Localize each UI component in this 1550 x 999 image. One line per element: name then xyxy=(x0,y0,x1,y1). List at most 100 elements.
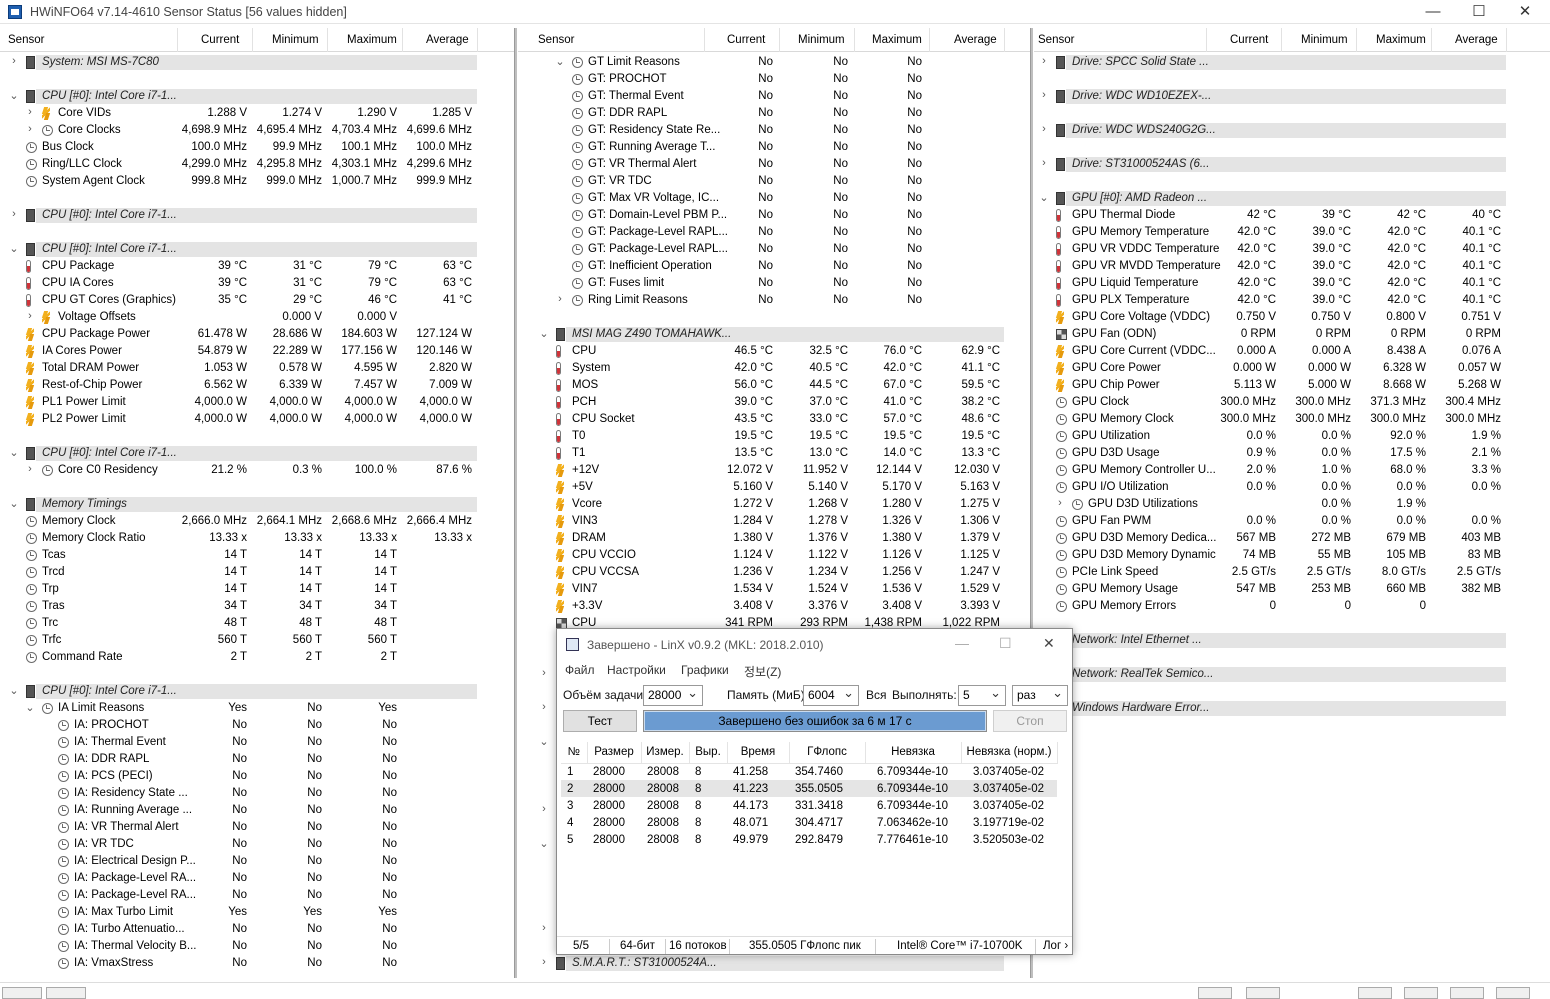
collapse-icon[interactable]: ⌄ xyxy=(24,701,36,715)
sensor-row[interactable]: T1 13.5 °C 13.0 °C 14.0 °C 13.3 °C xyxy=(518,445,1030,462)
sensor-row[interactable]: Tcas 14 T 14 T 14 T xyxy=(0,547,514,564)
stop-button[interactable]: Стоп xyxy=(993,710,1067,732)
expand-icon[interactable]: › xyxy=(538,922,550,936)
linx-dialog[interactable]: Завершено - LinX v0.9.2 (MKL: 2018.2.010… xyxy=(556,628,1073,955)
sensor-group-row[interactable]: ⌄ CPU [#0]: Intel Core i7-1... xyxy=(0,683,514,700)
sensor-row[interactable]: IA: Running Average ... No No No xyxy=(0,802,514,819)
menu-graphs[interactable]: Графики xyxy=(681,663,729,677)
toolbar-button[interactable] xyxy=(46,987,86,999)
sensor-row[interactable]: IA: Electrical Design P... No No No xyxy=(0,853,514,870)
sensor-row[interactable]: Tras 34 T 34 T 34 T xyxy=(0,598,514,615)
sensor-row[interactable]: GT: Inefficient Operation No No No xyxy=(518,258,1030,275)
panel-divider[interactable] xyxy=(514,28,517,978)
sensor-row[interactable]: › Core VIDs 1.288 V 1.274 V 1.290 V 1.285 V xyxy=(0,105,514,122)
menu-file[interactable]: Файл xyxy=(565,663,595,677)
column-header[interactable]: Sensor Current Minimum Maximum Average xyxy=(518,28,1030,52)
sensor-row[interactable]: GPU Fan (ODN) 0 RPM 0 RPM 0 RPM 0 RPM xyxy=(1034,326,1550,343)
expand-icon[interactable]: › xyxy=(24,123,36,137)
sensor-row[interactable]: Trp 14 T 14 T 14 T xyxy=(0,581,514,598)
sensor-row[interactable]: CPU VCCIO 1.124 V 1.122 V 1.126 V 1.125 V xyxy=(518,547,1030,564)
sensor-row[interactable]: GPU Core Voltage (VDDC) 0.750 V 0.750 V 0.8… xyxy=(1034,309,1550,326)
sensor-row[interactable]: VIN7 1.534 V 1.524 V 1.536 V 1.529 V xyxy=(518,581,1030,598)
expand-icon[interactable]: › xyxy=(538,667,550,681)
runs-combo[interactable]: 5 xyxy=(958,685,1006,706)
toolbar-button[interactable] xyxy=(1198,987,1232,999)
sensor-row[interactable]: IA: VR TDC No No No xyxy=(0,836,514,853)
minimize-icon[interactable]: — xyxy=(1410,0,1456,24)
sensor-group-row[interactable]: ⌄ CPU [#0]: Intel Core i7-1... xyxy=(0,445,514,462)
sensor-group-row[interactable]: › Drive: ST31000524AS (6... xyxy=(1034,156,1550,173)
sensor-row[interactable]: GT: Max VR Voltage, IC... No No No xyxy=(518,190,1030,207)
collapse-icon[interactable]: ⌄ xyxy=(8,684,20,698)
sensor-row[interactable]: Memory Clock Ratio 13.33 x 13.33 x 13.33 x1… xyxy=(0,530,514,547)
expand-icon[interactable]: › xyxy=(24,463,36,477)
sensor-row[interactable]: IA: Thermal Velocity B... No No No xyxy=(0,938,514,955)
sensor-row[interactable]: GPU Chip Power 5.113 W 5.000 W 8.668 W 5.268… xyxy=(1034,377,1550,394)
sensor-row[interactable]: GPU Memory Usage 547 MB 253 MB 660 MB 382 MB xyxy=(1034,581,1550,598)
sensor-row[interactable]: GPU Memory Clock 300.0 MHz 300.0 MHz 300.0 … xyxy=(1034,411,1550,428)
close-toolbar-icon[interactable] xyxy=(1496,987,1530,999)
sensor-row[interactable]: IA Cores Power 54.879 W 22.289 W 177.156 W1… xyxy=(0,343,514,360)
header-current[interactable]: Current xyxy=(727,34,765,46)
sensor-row[interactable]: Trc 48 T 48 T 48 T xyxy=(0,615,514,632)
expand-icon[interactable]: › xyxy=(24,106,36,120)
collapse-icon[interactable]: ⌄ xyxy=(554,55,566,69)
sensor-row[interactable]: GT: Fuses limit No No No xyxy=(518,275,1030,292)
expand-icon[interactable]: › xyxy=(1038,157,1050,171)
expand-icon[interactable]: › xyxy=(8,208,20,222)
header-current[interactable]: Current xyxy=(201,34,239,46)
sensor-group-row[interactable]: ⌄ CPU [#0]: Intel Core i7-1... xyxy=(0,241,514,258)
collapse-icon[interactable]: ⌄ xyxy=(538,735,550,749)
results-table[interactable]: № Размер Измер. Выр. Время ГФлопс Невязка Невяз… xyxy=(561,742,1058,848)
size-combo[interactable]: 28000 xyxy=(643,685,703,706)
collapse-icon[interactable]: ⌄ xyxy=(538,327,550,341)
header-average[interactable]: Average xyxy=(426,34,469,46)
results-column-header[interactable]: Невязка xyxy=(865,742,962,764)
header-maximum[interactable]: Maximum xyxy=(347,34,397,46)
expand-icon[interactable]: › xyxy=(8,55,20,69)
sensor-row[interactable]: MOS 56.0 °C 44.5 °C 67.0 °C 59.5 °C xyxy=(518,377,1030,394)
sensor-row[interactable]: GPU D3D Memory Dedica... 567 MB 272 MB 679 … xyxy=(1034,530,1550,547)
toolbar-button[interactable] xyxy=(1246,987,1280,999)
header-average[interactable]: Average xyxy=(1455,34,1498,46)
results-row[interactable]: 1 28000 28008 8 41.258 354.7460 6.709344e-10 3.… xyxy=(561,763,1057,780)
sensor-row[interactable]: IA: PCS (PECI) No No No xyxy=(0,768,514,785)
clock-toolbar-icon[interactable] xyxy=(1358,987,1392,999)
header-minimum[interactable]: Minimum xyxy=(798,34,845,46)
header-sensor[interactable]: Sensor xyxy=(8,34,44,46)
sensor-group-row[interactable]: › Drive: SPCC Solid State ... xyxy=(1034,54,1550,71)
sensor-row[interactable]: IA: DDR RAPL No No No xyxy=(0,751,514,768)
sensor-row[interactable]: ⌄ GT Limit Reasons No No No xyxy=(518,54,1030,71)
results-column-header[interactable]: № xyxy=(561,742,588,764)
log-link[interactable]: Лог › xyxy=(1043,940,1068,952)
sensor-row[interactable]: ⌄ IA Limit Reasons Yes No Yes xyxy=(0,700,514,717)
results-column-header[interactable]: ГФлопс xyxy=(789,742,866,764)
sensor-row[interactable]: GPU VR MVDD Temperature 42.0 °C 39.0 °C 42.… xyxy=(1034,258,1550,275)
sensor-row[interactable]: GPU Fan PWM 0.0 % 0.0 % 0.0 % 0.0 % xyxy=(1034,513,1550,530)
header-sensor[interactable]: Sensor xyxy=(538,34,574,46)
sensor-group-row[interactable]: ⌄ MSI MAG Z490 TOMAHAWK... xyxy=(518,326,1030,343)
sensor-row[interactable]: › Core Clocks 4,698.9 MHz 4,695.4 MHz 4,703.… xyxy=(0,122,514,139)
header-average[interactable]: Average xyxy=(954,34,997,46)
menu-info[interactable]: 정보(Z) xyxy=(744,663,781,680)
menu-settings[interactable]: Настройки xyxy=(607,663,666,677)
memory-combo[interactable]: 6004 xyxy=(803,685,859,706)
sensor-row[interactable]: › Ring Limit Reasons No No No xyxy=(518,292,1030,309)
results-column-header[interactable]: Измер. xyxy=(641,742,690,764)
collapse-icon[interactable]: ⌄ xyxy=(1038,191,1050,205)
sensor-row[interactable]: CPU Package Power 61.478 W 28.686 W 184.603… xyxy=(0,326,514,343)
sensor-row[interactable]: IA: Package-Level RA... No No No xyxy=(0,870,514,887)
header-maximum[interactable]: Maximum xyxy=(1376,34,1426,46)
sensor-group-row[interactable]: › S.M.A.R.T.: ST31000524A... xyxy=(518,955,1030,972)
sensor-row[interactable]: GPU Liquid Temperature 42.0 °C 39.0 °C 42.0… xyxy=(1034,275,1550,292)
header-maximum[interactable]: Maximum xyxy=(872,34,922,46)
sensor-row[interactable]: GT: VR TDC No No No xyxy=(518,173,1030,190)
sensor-row[interactable]: GPU I/O Utilization 0.0 % 0.0 % 0.0 % 0.0 % xyxy=(1034,479,1550,496)
sensor-row[interactable]: GPU Core Current (VDDC... 0.000 A 0.000 A8… xyxy=(1034,343,1550,360)
sensor-row[interactable]: CPU GT Cores (Graphics) 35 °C 29 °C 46 °C 41… xyxy=(0,292,514,309)
sensor-row[interactable]: CPU Package 39 °C 31 °C 79 °C 63 °C xyxy=(0,258,514,275)
results-row[interactable]: 3 28000 28008 8 44.173 331.3418 6.709344e-10 3.… xyxy=(561,797,1057,814)
toolbar-button[interactable] xyxy=(2,987,42,999)
results-column-header[interactable]: Невязка (норм.) xyxy=(961,742,1058,764)
expand-icon[interactable]: › xyxy=(1054,497,1066,511)
